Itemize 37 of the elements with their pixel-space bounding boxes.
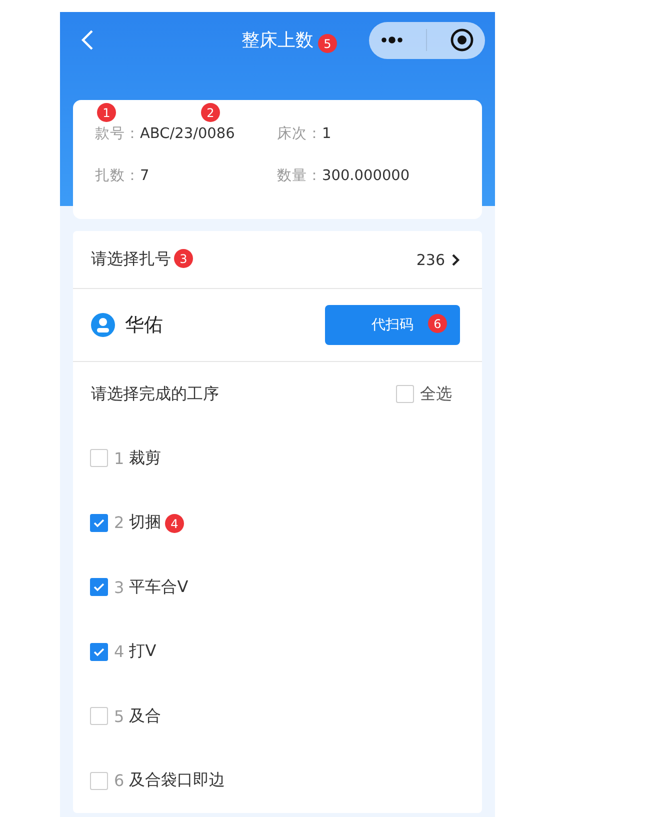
step-name: 及合 — [129, 706, 162, 727]
select-all-checkbox[interactable]: 全选 — [396, 384, 452, 404]
field-label: 床次： — [277, 124, 322, 143]
step-name: 及合袋口即边 — [129, 770, 226, 792]
section-title: 请选择完成的工序 — [91, 384, 220, 404]
field-value: 1 — [322, 126, 332, 142]
process-step[interactable]: 4 打V — [73, 620, 156, 684]
back-icon[interactable] — [80, 29, 94, 51]
step-name: 平车合V — [129, 576, 188, 598]
process-step[interactable]: 3 平车合V — [73, 555, 188, 620]
process-step[interactable]: 6 及合袋口即边 — [73, 748, 226, 813]
step-number: 5 — [114, 706, 124, 726]
user-avatar-icon — [91, 313, 115, 337]
process-step[interactable]: 2 切捆 — [73, 490, 162, 555]
step-number: 4 — [114, 642, 124, 662]
chevron-icon — [451, 252, 460, 266]
field-value: 7 — [140, 168, 150, 184]
more-icon[interactable] — [380, 36, 404, 44]
bundle-count: 236 — [416, 250, 445, 268]
step-number: 1 — [114, 448, 124, 468]
step-number: 2 — [114, 513, 124, 532]
field-label: 款号： — [95, 125, 140, 143]
process-step[interactable]: 1 裁剪 — [73, 426, 162, 490]
step-name: 裁剪 — [129, 448, 162, 469]
worker-name: 华佑 — [125, 313, 164, 338]
field-value: ABC/23/0086 — [140, 126, 235, 142]
close-icon[interactable] — [450, 28, 474, 52]
step-name: 切捆 — [129, 512, 162, 534]
annotation-marker: 5 — [318, 34, 337, 53]
step-name: 打V — [129, 641, 156, 662]
page-title: 整床上数 — [242, 29, 314, 52]
step-number: 6 — [114, 771, 124, 790]
process-step[interactable]: 5 及合 — [73, 684, 162, 748]
field-label: 数量： — [277, 167, 322, 185]
step-number: 3 — [114, 578, 124, 597]
field-value: 300.000000 — [322, 168, 410, 184]
field-label: 扎数： — [95, 167, 140, 185]
